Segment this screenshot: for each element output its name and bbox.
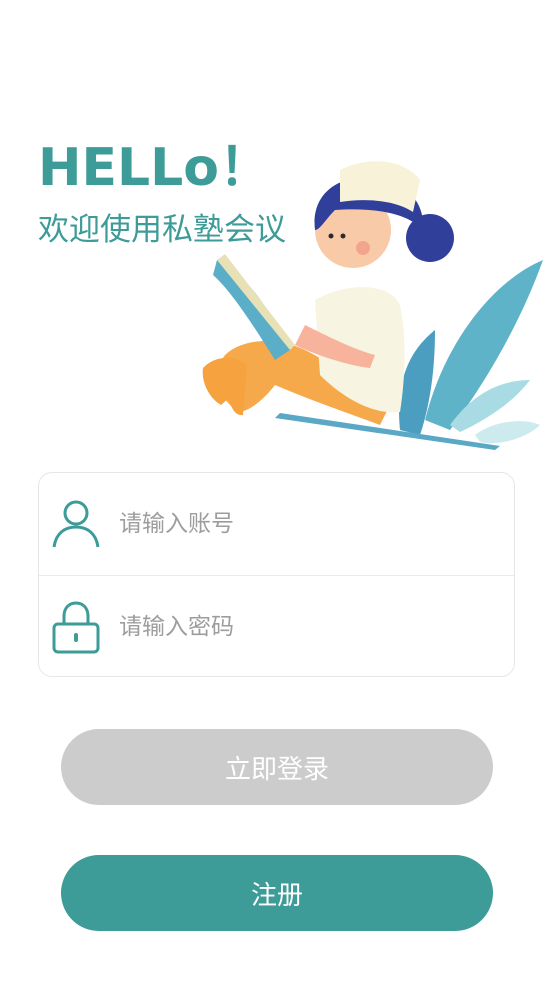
user-icon xyxy=(52,500,100,548)
reading-girl-illustration xyxy=(202,161,543,450)
lock-icon xyxy=(52,601,100,654)
register-button[interactable]: 注册 xyxy=(61,855,493,931)
login-form xyxy=(38,472,515,677)
account-input[interactable] xyxy=(117,503,491,545)
password-row xyxy=(39,576,514,676)
login-button[interactable]: 立即登录 xyxy=(61,729,493,805)
password-input[interactable] xyxy=(117,606,491,648)
account-row xyxy=(39,473,514,576)
